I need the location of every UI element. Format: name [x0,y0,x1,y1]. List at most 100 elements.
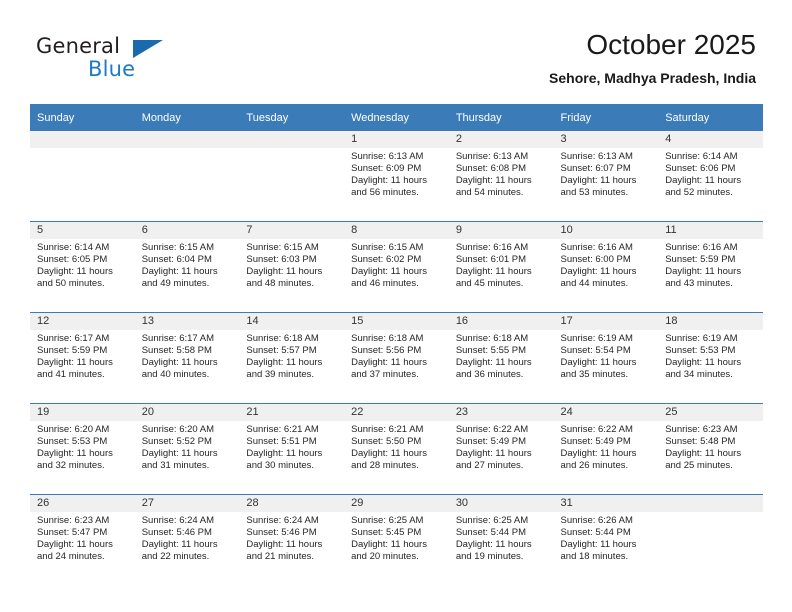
calendar-week-row: 12 Sunrise: 6:17 AM Sunset: 5:59 PM Dayligh… [30,312,763,404]
sunrise-time: Sunrise: 6:22 AM [560,424,633,435]
calendar-day-cell[interactable]: 9 Sunrise: 6:16 AM Sunset: 6:01 PM Daylight… [448,221,554,313]
daylight-duration-line2: and 44 minutes. [560,278,629,290]
day-number: 21 [239,404,345,421]
daylight-duration-line1: Daylight: 11 hours [37,357,113,369]
calendar-day-cell[interactable]: 21 Sunrise: 6:21 AM Sunset: 5:51 PM Dayligh… [239,403,345,495]
sunset-time: Sunset: 5:44 PM [560,527,631,539]
day-cell-inner [134,131,240,221]
day-cell-inner [30,131,135,221]
day-number: 2 [448,131,554,148]
calendar-day-cell[interactable]: 12 Sunrise: 6:17 AM Sunset: 5:59 PM Dayligh… [30,312,135,404]
day-cell-inner: 3 Sunrise: 6:13 AM Sunset: 6:07 PM Daylight… [553,131,659,221]
day-cell-inner: 18 Sunrise: 6:19 AM Sunset: 5:53 PM Dayligh… [658,313,763,403]
calendar-day-cell[interactable]: 23 Sunrise: 6:22 AM Sunset: 5:49 PM Dayligh… [448,403,554,495]
calendar-day-cell[interactable]: 4 Sunrise: 6:14 AM Sunset: 6:06 PM Daylight… [658,131,763,222]
day-details: Sunrise: 6:17 AM Sunset: 5:58 PM Daylight:… [135,330,240,381]
day-details: Sunrise: 6:13 AM Sunset: 6:07 PM Daylight:… [554,148,659,199]
daylight-duration-line1: Daylight: 11 hours [141,357,218,369]
calendar-week-row: 5 Sunrise: 6:14 AM Sunset: 6:05 PM Daylight… [30,221,763,313]
calendar-day-cell[interactable]: 10 Sunrise: 6:16 AM Sunset: 6:00 PM Dayligh… [553,221,659,313]
calendar-day-cell[interactable]: 14 Sunrise: 6:18 AM Sunset: 5:57 PM Dayligh… [239,312,345,404]
day-cell-inner: 7 Sunrise: 6:15 AM Sunset: 6:03 PM Daylight… [239,222,345,312]
daylight-duration-line1: Daylight: 11 hours [455,266,532,278]
daylight-duration-line2: and 27 minutes. [455,460,524,472]
day-number: 26 [30,495,135,512]
sunset-time: Sunset: 6:05 PM [37,254,108,266]
day-details: Sunrise: 6:15 AM Sunset: 6:03 PM Daylight:… [239,239,344,290]
daylight-duration-line1: Daylight: 11 hours [351,266,427,278]
day-details: Sunrise: 6:18 AM Sunset: 5:55 PM Daylight:… [449,330,554,381]
sunrise-time: Sunrise: 6:18 AM [455,333,529,344]
calendar-day-cell[interactable]: 29 Sunrise: 6:25 AM Sunset: 5:45 PM Dayligh… [344,494,449,585]
daylight-duration-line2: and 28 minutes. [351,460,419,472]
calendar-day-cell[interactable]: 15 Sunrise: 6:18 AM Sunset: 5:56 PM Dayligh… [344,312,449,404]
day-number: 13 [134,313,240,330]
generalblue-logo[interactable]: General Blue [36,34,236,90]
day-details: Sunrise: 6:23 AM Sunset: 5:48 PM Daylight:… [658,421,763,472]
sunset-time: Sunset: 6:02 PM [351,254,422,266]
calendar-day-cell[interactable]: 17 Sunrise: 6:19 AM Sunset: 5:54 PM Dayligh… [553,312,659,404]
sunset-time: Sunset: 5:58 PM [141,345,212,357]
day-cell-inner: 21 Sunrise: 6:21 AM Sunset: 5:51 PM Dayligh… [239,404,345,494]
daylight-duration-line1: Daylight: 11 hours [351,175,427,187]
calendar-day-cell[interactable]: 1 Sunrise: 6:13 AM Sunset: 6:09 PM Daylight… [344,131,449,222]
calendar-day-cell[interactable]: 16 Sunrise: 6:18 AM Sunset: 5:55 PM Dayligh… [448,312,554,404]
day-details: Sunrise: 6:14 AM Sunset: 6:06 PM Daylight:… [658,148,763,199]
daylight-duration-line1: Daylight: 11 hours [246,266,323,278]
calendar-day-cell[interactable]: 31 Sunrise: 6:26 AM Sunset: 5:44 PM Dayligh… [553,494,659,585]
daylight-duration-line2: and 43 minutes. [665,278,733,290]
weekday-header-friday: Friday [553,104,659,131]
calendar-day-cell-empty [239,131,345,222]
calendar-day-cell[interactable]: 25 Sunrise: 6:23 AM Sunset: 5:48 PM Dayligh… [658,403,763,495]
day-number: 7 [239,222,345,239]
sunrise-time: Sunrise: 6:14 AM [37,242,110,253]
day-cell-inner: 1 Sunrise: 6:13 AM Sunset: 6:09 PM Daylight… [344,131,449,221]
calendar-day-cell[interactable]: 2 Sunrise: 6:13 AM Sunset: 6:08 PM Daylight… [448,131,554,222]
day-number: 17 [553,313,659,330]
sunset-time: Sunset: 5:45 PM [351,527,422,539]
daylight-duration-line2: and 45 minutes. [455,278,524,290]
day-details: Sunrise: 6:18 AM Sunset: 5:57 PM Daylight:… [239,330,344,381]
calendar-day-cell[interactable]: 27 Sunrise: 6:24 AM Sunset: 5:46 PM Dayligh… [134,494,240,585]
daylight-duration-line1: Daylight: 11 hours [455,539,532,551]
day-details: Sunrise: 6:25 AM Sunset: 5:44 PM Daylight:… [449,512,554,563]
calendar-day-cell[interactable]: 5 Sunrise: 6:14 AM Sunset: 6:05 PM Daylight… [30,221,135,313]
calendar-body: 1 Sunrise: 6:13 AM Sunset: 6:09 PM Daylight… [30,131,763,585]
sunset-time: Sunset: 6:04 PM [141,254,212,266]
day-cell-inner: 9 Sunrise: 6:16 AM Sunset: 6:01 PM Daylight… [448,222,554,312]
sunrise-time: Sunrise: 6:22 AM [455,424,529,435]
day-cell-inner: 12 Sunrise: 6:17 AM Sunset: 5:59 PM Dayligh… [30,313,135,403]
calendar-day-cell[interactable]: 8 Sunrise: 6:15 AM Sunset: 6:02 PM Daylight… [344,221,449,313]
calendar-day-cell[interactable]: 13 Sunrise: 6:17 AM Sunset: 5:58 PM Dayligh… [134,312,240,404]
daylight-duration-line2: and 50 minutes. [37,278,105,290]
daylight-duration-line2: and 19 minutes. [455,551,524,563]
calendar-day-cell[interactable]: 24 Sunrise: 6:22 AM Sunset: 5:49 PM Dayligh… [553,403,659,495]
daylight-duration-line1: Daylight: 11 hours [560,539,637,551]
calendar-day-cell[interactable]: 7 Sunrise: 6:15 AM Sunset: 6:03 PM Daylight… [239,221,345,313]
day-cell-inner: 19 Sunrise: 6:20 AM Sunset: 5:53 PM Dayligh… [30,404,135,494]
day-number: 1 [344,131,449,148]
day-number: 6 [134,222,240,239]
calendar-day-cell[interactable]: 22 Sunrise: 6:21 AM Sunset: 5:50 PM Dayligh… [344,403,449,495]
daylight-duration-line2: and 37 minutes. [351,369,419,381]
calendar-day-cell[interactable]: 11 Sunrise: 6:16 AM Sunset: 5:59 PM Dayligh… [658,221,763,313]
calendar-day-cell[interactable]: 6 Sunrise: 6:15 AM Sunset: 6:04 PM Daylight… [134,221,240,313]
daylight-duration-line2: and 22 minutes. [141,551,210,563]
calendar-day-cell[interactable]: 20 Sunrise: 6:20 AM Sunset: 5:52 PM Dayligh… [134,403,240,495]
sunrise-time: Sunrise: 6:13 AM [351,151,424,162]
day-details: Sunrise: 6:18 AM Sunset: 5:56 PM Daylight:… [344,330,449,381]
sunrise-time: Sunrise: 6:15 AM [141,242,215,253]
weekday-header-tuesday: Tuesday [239,104,345,131]
calendar-day-cell[interactable]: 30 Sunrise: 6:25 AM Sunset: 5:44 PM Dayligh… [448,494,554,585]
calendar-day-cell[interactable]: 28 Sunrise: 6:24 AM Sunset: 5:46 PM Dayligh… [239,494,345,585]
calendar-day-cell[interactable]: 26 Sunrise: 6:23 AM Sunset: 5:47 PM Dayligh… [30,494,135,585]
weekday-header-sunday: Sunday [30,104,135,131]
daylight-duration-line2: and 48 minutes. [246,278,315,290]
day-number: 9 [448,222,554,239]
day-cell-inner: 27 Sunrise: 6:24 AM Sunset: 5:46 PM Dayligh… [134,495,240,585]
calendar-day-cell[interactable]: 3 Sunrise: 6:13 AM Sunset: 6:07 PM Daylight… [553,131,659,222]
calendar-day-cell[interactable]: 19 Sunrise: 6:20 AM Sunset: 5:53 PM Dayligh… [30,403,135,495]
calendar-day-cell[interactable]: 18 Sunrise: 6:19 AM Sunset: 5:53 PM Dayligh… [658,312,763,404]
sunrise-time: Sunrise: 6:25 AM [351,515,424,526]
sunrise-time: Sunrise: 6:15 AM [246,242,319,253]
